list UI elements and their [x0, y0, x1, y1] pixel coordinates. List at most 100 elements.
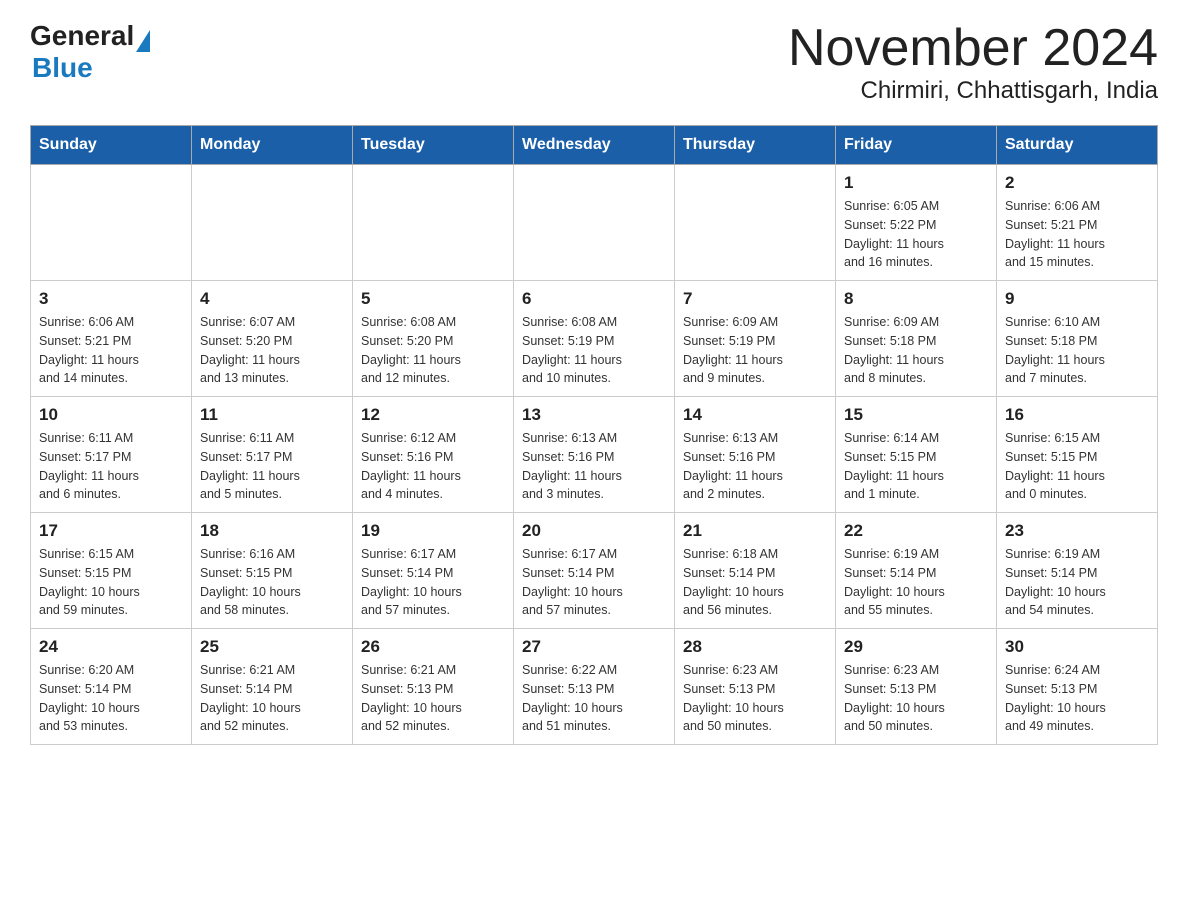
day-number: 30	[1005, 637, 1149, 657]
calendar-cell-w2-d6: 9Sunrise: 6:10 AMSunset: 5:18 PMDaylight…	[997, 281, 1158, 397]
calendar-cell-w2-d2: 5Sunrise: 6:08 AMSunset: 5:20 PMDaylight…	[353, 281, 514, 397]
calendar-cell-w5-d3: 27 Sunrise: 6:22 AMSunset: 5:13 PMDayligh…	[514, 629, 675, 745]
day-number: 16	[1005, 405, 1149, 425]
calendar-cell-w3-d3: 13 Sunrise: 6:13 AMSunset: 5:16 PMDayligh…	[514, 397, 675, 513]
calendar-cell-w4-d5: 22Sunrise: 6:19 AMSunset: 5:14 PMDayligh…	[836, 513, 997, 629]
week-row-3: 10 Sunrise: 6:11 AMSunset: 5:17 PMDayligh…	[31, 397, 1158, 513]
day-info: Sunrise: 6:13 AMSunset: 5:16 PMDaylight:…	[522, 429, 666, 504]
day-info: Sunrise: 6:12 AMSunset: 5:16 PMDaylight:…	[361, 429, 505, 504]
calendar-cell-w4-d1: 18Sunrise: 6:16 AMSunset: 5:15 PMDayligh…	[192, 513, 353, 629]
day-number: 2	[1005, 173, 1149, 193]
day-info: Sunrise: 6:14 AMSunset: 5:15 PMDaylight:…	[844, 429, 988, 504]
calendar-cell-w2-d0: 3 Sunrise: 6:06 AMSunset: 5:21 PMDaylight…	[31, 281, 192, 397]
day-number: 12	[361, 405, 505, 425]
calendar-cell-w5-d0: 24 Sunrise: 6:20 AMSunset: 5:14 PMDayligh…	[31, 629, 192, 745]
calendar-cell-w5-d1: 25Sunrise: 6:21 AMSunset: 5:14 PMDayligh…	[192, 629, 353, 745]
header-friday: Friday	[836, 126, 997, 165]
calendar-cell-w4-d4: 21 Sunrise: 6:18 AMSunset: 5:14 PMDayligh…	[675, 513, 836, 629]
calendar-cell-w4-d0: 17 Sunrise: 6:15 AMSunset: 5:15 PMDayligh…	[31, 513, 192, 629]
calendar-cell-w1-d4	[675, 165, 836, 281]
day-number: 20	[522, 521, 666, 541]
day-info: Sunrise: 6:13 AMSunset: 5:16 PMDaylight:…	[683, 429, 827, 504]
day-info: Sunrise: 6:18 AMSunset: 5:14 PMDaylight:…	[683, 545, 827, 620]
calendar-cell-w1-d2	[353, 165, 514, 281]
calendar-cell-w5-d2: 26Sunrise: 6:21 AMSunset: 5:13 PMDayligh…	[353, 629, 514, 745]
day-info: Sunrise: 6:19 AMSunset: 5:14 PMDaylight:…	[1005, 545, 1149, 620]
day-info: Sunrise: 6:08 AMSunset: 5:19 PMDaylight:…	[522, 313, 666, 388]
day-number: 4	[200, 289, 344, 309]
day-info: Sunrise: 6:09 AMSunset: 5:19 PMDaylight:…	[683, 313, 827, 388]
logo-blue-text: Blue	[32, 52, 93, 84]
calendar-cell-w3-d5: 15 Sunrise: 6:14 AMSunset: 5:15 PMDayligh…	[836, 397, 997, 513]
calendar-cell-w2-d3: 6 Sunrise: 6:08 AMSunset: 5:19 PMDaylight…	[514, 281, 675, 397]
logo-triangle-icon	[136, 30, 150, 52]
day-info: Sunrise: 6:23 AMSunset: 5:13 PMDaylight:…	[683, 661, 827, 736]
day-number: 29	[844, 637, 988, 657]
day-info: Sunrise: 6:15 AMSunset: 5:15 PMDaylight:…	[39, 545, 183, 620]
day-number: 13	[522, 405, 666, 425]
header-sunday: Sunday	[31, 126, 192, 165]
day-number: 8	[844, 289, 988, 309]
calendar-table: Sunday Monday Tuesday Wednesday Thursday…	[30, 125, 1158, 745]
day-number: 22	[844, 521, 988, 541]
day-info: Sunrise: 6:15 AMSunset: 5:15 PMDaylight:…	[1005, 429, 1149, 504]
day-number: 21	[683, 521, 827, 541]
month-title: November 2024	[788, 20, 1158, 77]
day-number: 23	[1005, 521, 1149, 541]
header-thursday: Thursday	[675, 126, 836, 165]
logo-general-text: General	[30, 20, 134, 52]
week-row-4: 17 Sunrise: 6:15 AMSunset: 5:15 PMDayligh…	[31, 513, 1158, 629]
day-number: 10	[39, 405, 183, 425]
day-info: Sunrise: 6:11 AMSunset: 5:17 PMDaylight:…	[200, 429, 344, 504]
day-info: Sunrise: 6:05 AMSunset: 5:22 PMDaylight:…	[844, 197, 988, 272]
weekday-header-row: Sunday Monday Tuesday Wednesday Thursday…	[31, 126, 1158, 165]
day-info: Sunrise: 6:22 AMSunset: 5:13 PMDaylight:…	[522, 661, 666, 736]
week-row-1: 1Sunrise: 6:05 AMSunset: 5:22 PMDaylight…	[31, 165, 1158, 281]
calendar-cell-w5-d5: 29 Sunrise: 6:23 AMSunset: 5:13 PMDayligh…	[836, 629, 997, 745]
day-info: Sunrise: 6:20 AMSunset: 5:14 PMDaylight:…	[39, 661, 183, 736]
day-number: 18	[200, 521, 344, 541]
calendar-cell-w3-d6: 16 Sunrise: 6:15 AMSunset: 5:15 PMDayligh…	[997, 397, 1158, 513]
calendar-cell-w4-d2: 19Sunrise: 6:17 AMSunset: 5:14 PMDayligh…	[353, 513, 514, 629]
day-info: Sunrise: 6:10 AMSunset: 5:18 PMDaylight:…	[1005, 313, 1149, 388]
day-info: Sunrise: 6:11 AMSunset: 5:17 PMDaylight:…	[39, 429, 183, 504]
day-number: 17	[39, 521, 183, 541]
day-info: Sunrise: 6:23 AMSunset: 5:13 PMDaylight:…	[844, 661, 988, 736]
calendar-cell-w5-d6: 30 Sunrise: 6:24 AMSunset: 5:13 PMDayligh…	[997, 629, 1158, 745]
header-tuesday: Tuesday	[353, 126, 514, 165]
day-number: 27	[522, 637, 666, 657]
calendar-cell-w2-d5: 8 Sunrise: 6:09 AMSunset: 5:18 PMDaylight…	[836, 281, 997, 397]
calendar-cell-w1-d5: 1Sunrise: 6:05 AMSunset: 5:22 PMDaylight…	[836, 165, 997, 281]
day-info: Sunrise: 6:06 AMSunset: 5:21 PMDaylight:…	[39, 313, 183, 388]
day-number: 26	[361, 637, 505, 657]
calendar-cell-w1-d0	[31, 165, 192, 281]
day-number: 28	[683, 637, 827, 657]
calendar-cell-w3-d0: 10 Sunrise: 6:11 AMSunset: 5:17 PMDayligh…	[31, 397, 192, 513]
week-row-2: 3 Sunrise: 6:06 AMSunset: 5:21 PMDaylight…	[31, 281, 1158, 397]
day-number: 5	[361, 289, 505, 309]
day-number: 14	[683, 405, 827, 425]
day-info: Sunrise: 6:17 AMSunset: 5:14 PMDaylight:…	[522, 545, 666, 620]
day-info: Sunrise: 6:17 AMSunset: 5:14 PMDaylight:…	[361, 545, 505, 620]
day-info: Sunrise: 6:24 AMSunset: 5:13 PMDaylight:…	[1005, 661, 1149, 736]
day-number: 15	[844, 405, 988, 425]
day-number: 24	[39, 637, 183, 657]
day-info: Sunrise: 6:06 AMSunset: 5:21 PMDaylight:…	[1005, 197, 1149, 272]
day-number: 6	[522, 289, 666, 309]
calendar-cell-w3-d1: 11 Sunrise: 6:11 AMSunset: 5:17 PMDayligh…	[192, 397, 353, 513]
calendar-cell-w2-d1: 4Sunrise: 6:07 AMSunset: 5:20 PMDaylight…	[192, 281, 353, 397]
calendar-cell-w5-d4: 28 Sunrise: 6:23 AMSunset: 5:13 PMDayligh…	[675, 629, 836, 745]
calendar-cell-w1-d6: 2 Sunrise: 6:06 AMSunset: 5:21 PMDaylight…	[997, 165, 1158, 281]
title-block: November 2024 Chirmiri, Chhattisgarh, In…	[788, 20, 1158, 105]
day-number: 3	[39, 289, 183, 309]
calendar-cell-w2-d4: 7Sunrise: 6:09 AMSunset: 5:19 PMDaylight…	[675, 281, 836, 397]
calendar-cell-w3-d2: 12 Sunrise: 6:12 AMSunset: 5:16 PMDayligh…	[353, 397, 514, 513]
calendar-cell-w4-d3: 20 Sunrise: 6:17 AMSunset: 5:14 PMDayligh…	[514, 513, 675, 629]
calendar-cell-w4-d6: 23 Sunrise: 6:19 AMSunset: 5:14 PMDayligh…	[997, 513, 1158, 629]
day-info: Sunrise: 6:09 AMSunset: 5:18 PMDaylight:…	[844, 313, 988, 388]
logo: General Blue	[30, 20, 150, 84]
day-info: Sunrise: 6:21 AMSunset: 5:14 PMDaylight:…	[200, 661, 344, 736]
day-number: 11	[200, 405, 344, 425]
header-wednesday: Wednesday	[514, 126, 675, 165]
week-row-5: 24 Sunrise: 6:20 AMSunset: 5:14 PMDayligh…	[31, 629, 1158, 745]
